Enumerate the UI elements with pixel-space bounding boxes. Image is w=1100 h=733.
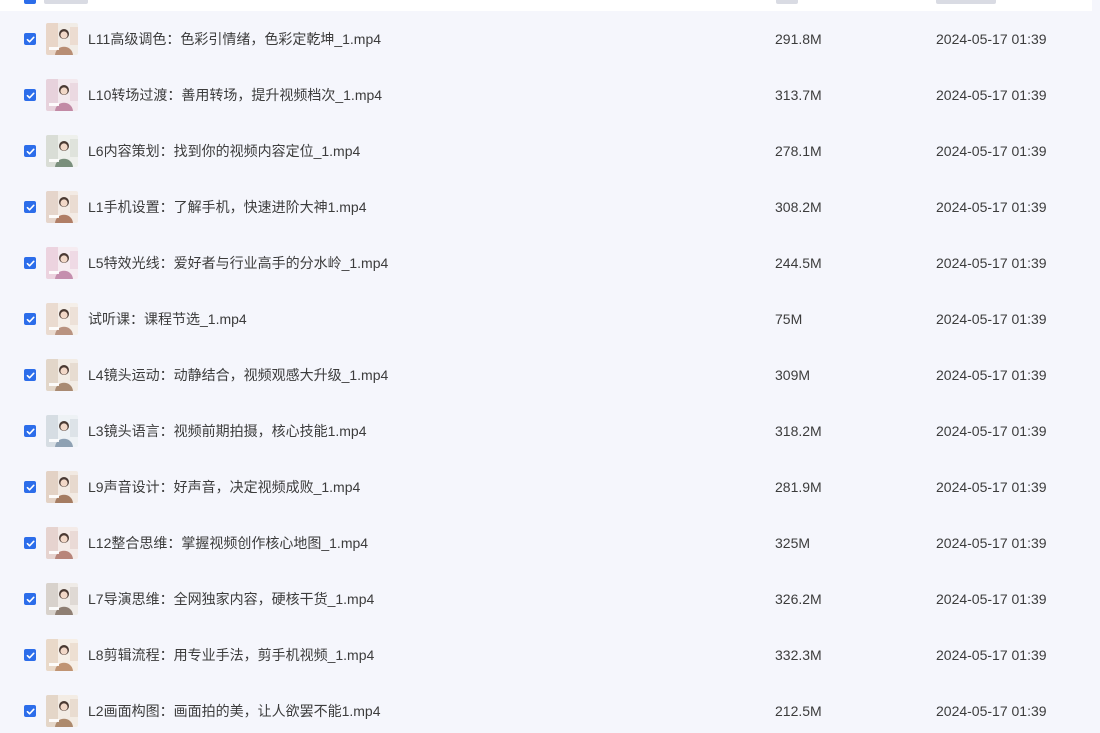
file-row[interactable]: L2画面构图：画面拍的美，让人欲罢不能1.mp4 212.5M 2024-05-17… <box>0 683 1092 733</box>
file-modified-date: 2024-05-17 01:39 <box>936 591 1047 607</box>
file-size: 318.2M <box>775 423 822 439</box>
row-checkbox[interactable] <box>24 257 36 269</box>
checkmark-icon <box>26 652 35 659</box>
file-name[interactable]: L5特效光线：爱好者与行业高手的分水岭_1.mp4 <box>88 254 388 272</box>
checkmark-icon <box>26 316 35 323</box>
file-name[interactable]: L10转场过渡：善用转场，提升视频档次_1.mp4 <box>88 86 382 104</box>
file-modified-date: 2024-05-17 01:39 <box>936 143 1047 159</box>
row-checkbox[interactable] <box>24 201 36 213</box>
file-name[interactable]: 试听课：课程节选_1.mp4 <box>88 310 247 328</box>
file-size: 244.5M <box>775 255 822 271</box>
file-name[interactable]: L6内容策划：找到你的视频内容定位_1.mp4 <box>88 142 360 160</box>
file-modified-date: 2024-05-17 01:39 <box>936 31 1047 47</box>
file-modified-date: 2024-05-17 01:39 <box>936 423 1047 439</box>
file-row[interactable]: L11高级调色：色彩引情绪，色彩定乾坤_1.mp4 291.8M 2024-05-1… <box>0 11 1092 67</box>
video-thumbnail-icon <box>46 415 78 447</box>
file-row[interactable]: L8剪辑流程：用专业手法，剪手机视频_1.mp4 332.3M 2024-05-17… <box>0 627 1092 683</box>
file-row[interactable]: L9声音设计：好声音，决定视频成败_1.mp4 281.9M 2024-05-17 … <box>0 459 1092 515</box>
checkmark-icon <box>26 372 35 379</box>
file-name[interactable]: L7导演思维：全网独家内容，硬核干货_1.mp4 <box>88 590 374 608</box>
file-modified-date: 2024-05-17 01:39 <box>936 311 1047 327</box>
row-checkbox[interactable] <box>24 537 36 549</box>
file-name[interactable]: L1手机设置：了解手机，快速进阶大神1.mp4 <box>88 198 366 216</box>
video-thumbnail-icon <box>46 583 78 615</box>
file-row[interactable]: L5特效光线：爱好者与行业高手的分水岭_1.mp4 244.5M 2024-05-1… <box>0 235 1092 291</box>
row-checkbox[interactable] <box>24 593 36 605</box>
row-checkbox[interactable] <box>24 481 36 493</box>
file-size: 281.9M <box>775 479 822 495</box>
file-size: 326.2M <box>775 591 822 607</box>
checkmark-icon <box>26 596 35 603</box>
video-thumbnail-icon <box>46 79 78 111</box>
row-checkbox[interactable] <box>24 313 36 325</box>
list-header <box>0 0 1092 11</box>
file-row[interactable]: L7导演思维：全网独家内容，硬核干货_1.mp4 326.2M 2024-05-17… <box>0 571 1092 627</box>
row-checkbox[interactable] <box>24 33 36 45</box>
file-row[interactable]: 试听课：课程节选_1.mp4 75M 2024-05-17 01:39 <box>0 291 1092 347</box>
file-size: 291.8M <box>775 31 822 47</box>
file-modified-date: 2024-05-17 01:39 <box>936 255 1047 271</box>
file-name[interactable]: L12整合思维：掌握视频创作核心地图_1.mp4 <box>88 534 368 552</box>
row-checkbox[interactable] <box>24 89 36 101</box>
file-size: 309M <box>775 367 811 383</box>
file-modified-date: 2024-05-17 01:39 <box>936 479 1047 495</box>
header-name-column[interactable] <box>44 0 88 4</box>
file-modified-date: 2024-05-17 01:39 <box>936 703 1047 719</box>
file-name[interactable]: L3镜头语言：视频前期拍摄，核心技能1.mp4 <box>88 422 366 440</box>
file-name[interactable]: L2画面构图：画面拍的美，让人欲罢不能1.mp4 <box>88 702 380 720</box>
checkmark-icon <box>26 148 35 155</box>
video-thumbnail-icon <box>46 527 78 559</box>
video-thumbnail-icon <box>46 23 78 55</box>
checkmark-icon <box>26 540 35 547</box>
video-thumbnail-icon <box>46 471 78 503</box>
file-size: 212.5M <box>775 703 822 719</box>
file-modified-date: 2024-05-17 01:39 <box>936 87 1047 103</box>
file-row[interactable]: L12整合思维：掌握视频创作核心地图_1.mp4 325M 2024-05-17 0… <box>0 515 1092 571</box>
row-checkbox[interactable] <box>24 369 36 381</box>
file-modified-date: 2024-05-17 01:39 <box>936 367 1047 383</box>
file-name[interactable]: L9声音设计：好声音，决定视频成败_1.mp4 <box>88 478 360 496</box>
video-thumbnail-icon <box>46 359 78 391</box>
file-size: 75M <box>775 311 803 327</box>
file-name[interactable]: L8剪辑流程：用专业手法，剪手机视频_1.mp4 <box>88 646 374 664</box>
checkmark-icon <box>26 428 35 435</box>
video-thumbnail-icon <box>46 247 78 279</box>
select-all-checkbox[interactable] <box>24 0 36 4</box>
file-size: 332.3M <box>775 647 822 663</box>
checkmark-icon <box>26 484 35 491</box>
video-thumbnail-icon <box>46 135 78 167</box>
video-thumbnail-icon <box>46 191 78 223</box>
row-checkbox[interactable] <box>24 425 36 437</box>
file-name[interactable]: L4镜头运动：动静结合，视频观感大升级_1.mp4 <box>88 366 388 384</box>
file-modified-date: 2024-05-17 01:39 <box>936 199 1047 215</box>
file-row[interactable]: L4镜头运动：动静结合，视频观感大升级_1.mp4 309M 2024-05-17 … <box>0 347 1092 403</box>
checkmark-icon <box>26 92 35 99</box>
file-name[interactable]: L11高级调色：色彩引情绪，色彩定乾坤_1.mp4 <box>88 30 381 48</box>
file-row[interactable]: L6内容策划：找到你的视频内容定位_1.mp4 278.1M 2024-05-17 … <box>0 123 1092 179</box>
header-modified-column[interactable] <box>936 0 996 4</box>
file-list: L11高级调色：色彩引情绪，色彩定乾坤_1.mp4 291.8M 2024-05-1… <box>0 11 1092 733</box>
file-row[interactable]: L1手机设置：了解手机，快速进阶大神1.mp4 308.2M 2024-05-17 … <box>0 179 1092 235</box>
file-size: 313.7M <box>775 87 822 103</box>
file-modified-date: 2024-05-17 01:39 <box>936 647 1047 663</box>
file-list-viewport: L11高级调色：色彩引情绪，色彩定乾坤_1.mp4 291.8M 2024-05-1… <box>0 0 1100 733</box>
row-checkbox[interactable] <box>24 705 36 717</box>
file-row[interactable]: L3镜头语言：视频前期拍摄，核心技能1.mp4 318.2M 2024-05-17 … <box>0 403 1092 459</box>
checkmark-icon <box>26 204 35 211</box>
video-thumbnail-icon <box>46 695 78 727</box>
file-size: 308.2M <box>775 199 822 215</box>
file-modified-date: 2024-05-17 01:39 <box>936 535 1047 551</box>
file-size: 278.1M <box>775 143 822 159</box>
file-size: 325M <box>775 535 811 551</box>
scrollbar[interactable] <box>1092 0 1100 733</box>
checkmark-icon <box>26 36 35 43</box>
checkmark-icon <box>26 260 35 267</box>
row-checkbox[interactable] <box>24 649 36 661</box>
header-size-column[interactable] <box>776 0 798 4</box>
row-checkbox[interactable] <box>24 145 36 157</box>
checkmark-icon <box>26 708 35 715</box>
video-thumbnail-icon <box>46 639 78 671</box>
file-row[interactable]: L10转场过渡：善用转场，提升视频档次_1.mp4 313.7M 2024-05-1… <box>0 67 1092 123</box>
video-thumbnail-icon <box>46 303 78 335</box>
